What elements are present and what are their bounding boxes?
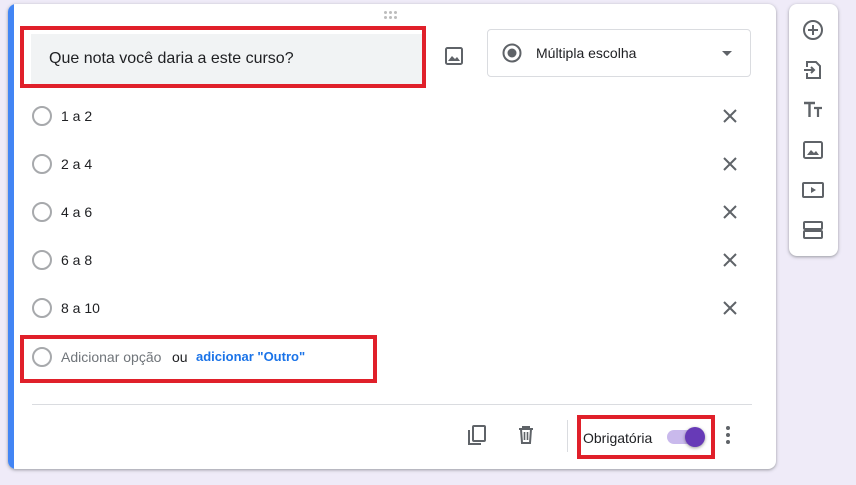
question-type-select[interactable]: Múltipla escolha — [487, 29, 751, 77]
add-section-icon[interactable] — [801, 218, 825, 242]
close-icon[interactable] — [718, 152, 742, 176]
question-card[interactable]: Que nota você daria a este curso? Múltip… — [8, 4, 776, 469]
option-label[interactable]: 6 a 8 — [61, 252, 92, 268]
add-option-row: Adicionar opção ou adicionar "Outro" — [32, 341, 372, 373]
close-icon[interactable] — [718, 104, 742, 128]
radio-icon — [32, 347, 52, 367]
option-label[interactable]: 8 a 10 — [61, 300, 100, 316]
close-icon[interactable] — [718, 296, 742, 320]
question-title-text: Que nota você daria a este curso? — [49, 50, 294, 67]
option-row[interactable]: 8 a 10 — [32, 292, 752, 324]
add-other-link[interactable]: adicionar "Outro" — [196, 349, 305, 364]
add-title-icon[interactable] — [801, 98, 825, 122]
add-option-input[interactable]: Adicionar opção — [61, 349, 161, 365]
duplicate-icon[interactable] — [465, 423, 489, 447]
radio-icon — [32, 250, 52, 270]
close-icon[interactable] — [718, 248, 742, 272]
question-type-label: Múltipla escolha — [536, 45, 637, 61]
question-title-input[interactable]: Que nota você daria a este curso? — [31, 34, 426, 86]
radio-icon — [32, 202, 52, 222]
add-image-icon[interactable] — [801, 138, 825, 162]
option-label[interactable]: 1 a 2 — [61, 108, 92, 124]
footer-divider — [32, 404, 752, 405]
radio-button-checked-icon — [502, 43, 522, 63]
option-row[interactable]: 4 a 6 — [32, 196, 752, 228]
delete-icon[interactable] — [514, 423, 538, 447]
more-vert-icon[interactable] — [716, 423, 740, 447]
option-label[interactable]: 2 a 4 — [61, 156, 92, 172]
add-question-icon[interactable] — [801, 18, 825, 42]
side-toolbar — [789, 4, 838, 256]
drag-handle-icon[interactable] — [384, 11, 402, 21]
option-row[interactable]: 2 a 4 — [32, 148, 752, 180]
option-row[interactable]: 6 a 8 — [32, 244, 752, 276]
active-card-indicator — [8, 4, 14, 469]
footer-separator — [567, 420, 568, 452]
add-video-icon[interactable] — [801, 178, 825, 202]
radio-icon — [32, 154, 52, 174]
radio-icon — [32, 106, 52, 126]
required-label: Obrigatória — [583, 430, 653, 446]
option-label[interactable]: 4 a 6 — [61, 204, 92, 220]
add-option-or-text: ou — [172, 349, 188, 365]
image-icon[interactable] — [442, 44, 466, 68]
option-row[interactable]: 1 a 2 — [32, 100, 752, 132]
close-icon[interactable] — [718, 200, 742, 224]
required-toggle-thumb[interactable] — [685, 427, 705, 447]
import-questions-icon[interactable] — [801, 58, 825, 82]
chevron-down-icon — [722, 51, 732, 56]
radio-icon — [32, 298, 52, 318]
